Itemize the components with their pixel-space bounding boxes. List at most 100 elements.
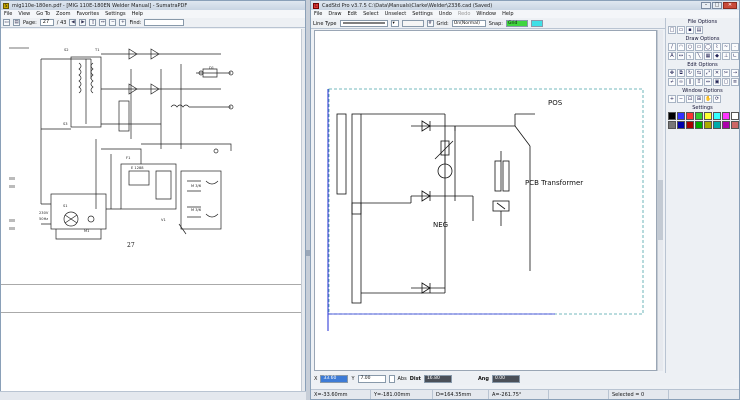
color-select[interactable] xyxy=(530,20,543,27)
curve-icon[interactable]: ~ xyxy=(722,43,730,51)
color-swatch[interactable] xyxy=(704,112,712,120)
break-icon[interactable]: ⌿ xyxy=(668,78,676,86)
color-swatch[interactable] xyxy=(677,121,685,129)
group-icon[interactable]: ▣ xyxy=(713,78,721,86)
new-icon[interactable]: □ xyxy=(668,26,676,34)
snap-select[interactable]: Grid xyxy=(505,20,528,27)
print-icon[interactable]: ▤ xyxy=(695,26,703,34)
zoom-in-icon[interactable]: + xyxy=(668,95,676,103)
line-icon[interactable]: / xyxy=(668,43,676,51)
copy-icon[interactable]: ⧉ xyxy=(677,69,685,77)
menu-redo[interactable]: Redo xyxy=(458,11,471,17)
menu-help[interactable]: Help xyxy=(502,11,513,17)
menu-favorites[interactable]: Favorites xyxy=(76,11,99,17)
color-swatch[interactable] xyxy=(695,121,703,129)
move-icon[interactable]: ✥ xyxy=(668,69,676,77)
color-swatch[interactable] xyxy=(731,112,739,120)
menu-draw[interactable]: Draw xyxy=(328,11,341,17)
y-input[interactable]: 7.00 xyxy=(357,375,386,383)
ellipse-icon[interactable]: ◯ xyxy=(704,43,712,51)
open-icon[interactable]: ▭ xyxy=(677,26,685,34)
menu-file[interactable]: File xyxy=(4,11,12,17)
zoom-window-icon[interactable]: ⊡ xyxy=(686,95,694,103)
open-icon[interactable]: ▭ xyxy=(3,19,10,26)
props-icon[interactable]: ≡ xyxy=(731,78,739,86)
minimize-icon[interactable]: – xyxy=(701,2,711,9)
array-icon[interactable]: ⠿ xyxy=(695,78,703,86)
color-swatch[interactable] xyxy=(668,121,676,129)
menu-file[interactable]: File xyxy=(314,11,322,17)
rotate-icon[interactable]: ↻ xyxy=(686,69,694,77)
zoom-out-icon[interactable]: − xyxy=(109,19,117,26)
fit-page-icon[interactable]: ▯ xyxy=(89,19,97,26)
scroll-thumb[interactable] xyxy=(658,180,663,240)
color-swatch[interactable] xyxy=(686,121,694,129)
pdf-vertical-scrollbar[interactable] xyxy=(301,29,305,392)
scale-icon[interactable]: ⤢ xyxy=(704,69,712,77)
circle-icon[interactable]: ○ xyxy=(686,43,694,51)
color-swatch[interactable] xyxy=(731,121,739,129)
menu-window[interactable]: Window xyxy=(476,11,496,17)
menu-view[interactable]: View xyxy=(18,11,30,17)
trim-icon[interactable]: ✂ xyxy=(722,69,730,77)
dim-icon[interactable]: ↔ xyxy=(677,52,685,60)
arc-icon[interactable]: ◠ xyxy=(677,43,685,51)
x-input[interactable]: 33.60 xyxy=(320,375,349,383)
stretch-icon[interactable]: ⇔ xyxy=(704,78,712,86)
abs-checkbox[interactable] xyxy=(388,375,395,383)
color-swatch[interactable] xyxy=(686,112,694,120)
color-swatch[interactable] xyxy=(695,112,703,120)
color-swatch[interactable] xyxy=(713,112,721,120)
fillet-icon[interactable]: ╮ xyxy=(686,52,694,60)
menu-select[interactable]: Select xyxy=(363,11,378,17)
menu-zoom[interactable]: Zoom xyxy=(56,11,70,17)
grid-select[interactable]: On(Normal) xyxy=(451,20,486,27)
tangent-icon[interactable]: ⊥ xyxy=(722,52,730,60)
polyline-icon[interactable]: ⌇ xyxy=(713,43,721,51)
color-swatch[interactable] xyxy=(668,112,676,120)
line-weight-select[interactable]: ▾ xyxy=(390,20,399,27)
save-icon[interactable]: ▪ xyxy=(686,26,694,34)
erase-icon[interactable]: ✕ xyxy=(713,69,721,77)
menu-help[interactable]: Help xyxy=(132,11,143,17)
prev-page-icon[interactable]: ◀ xyxy=(69,19,77,26)
pdf-page-view[interactable]: S2 T1 S3 F1 E 1288 230V 50Hz S1 M1 V1 M … xyxy=(1,29,305,399)
dist-input[interactable]: 16.80 xyxy=(423,375,452,383)
point-icon[interactable]: · xyxy=(731,43,739,51)
zoom-in-icon[interactable]: + xyxy=(119,19,127,26)
menu-undo[interactable]: Undo xyxy=(439,11,452,17)
hatch-icon[interactable]: ▦ xyxy=(704,52,712,60)
cad-titlebar[interactable]: C CadStd Pro v3.7.5 C:\Data\Manuals\Clar… xyxy=(311,1,739,10)
drawing-canvas[interactable]: POS NEG PCB Transformer xyxy=(314,30,657,371)
layer-select[interactable] xyxy=(401,20,424,27)
zoom-out-icon[interactable]: − xyxy=(677,95,685,103)
color-swatch[interactable] xyxy=(677,112,685,120)
menu-unselect[interactable]: Unselect xyxy=(385,11,407,17)
menu-goto[interactable]: Go To xyxy=(36,11,50,17)
text-icon[interactable]: A xyxy=(668,52,676,60)
color-swatch[interactable] xyxy=(704,121,712,129)
mirror-icon[interactable]: ⇆ xyxy=(695,69,703,77)
color-swatch[interactable] xyxy=(713,121,721,129)
menu-settings[interactable]: Settings xyxy=(105,11,126,17)
color-swatch[interactable] xyxy=(722,112,730,120)
chamfer-icon[interactable]: ╲ xyxy=(695,52,703,60)
rect-icon[interactable]: ▭ xyxy=(695,43,703,51)
menu-settings[interactable]: Settings xyxy=(412,11,433,17)
ang-input[interactable]: 0.00 xyxy=(491,375,520,383)
zoom-all-icon[interactable]: ⊞ xyxy=(695,95,703,103)
cad-vertical-scrollbar[interactable] xyxy=(657,30,663,371)
ungroup-icon[interactable]: ▢ xyxy=(722,78,730,86)
grid-icon[interactable]: # xyxy=(426,20,434,27)
fit-width-icon[interactable]: ↔ xyxy=(99,19,107,26)
offset-icon[interactable]: ∥ xyxy=(686,78,694,86)
extend-icon[interactable]: → xyxy=(731,69,739,77)
pdf-titlebar[interactable]: S mig110e-180en.pdf - [MIG 110E-180EN We… xyxy=(1,1,305,10)
symbol-icon[interactable]: ◆ xyxy=(713,52,721,60)
print-icon[interactable]: ▤ xyxy=(13,19,20,26)
redraw-icon[interactable]: ⟳ xyxy=(713,95,721,103)
find-input[interactable] xyxy=(144,19,185,26)
next-page-icon[interactable]: ▶ xyxy=(79,19,87,26)
page-input[interactable]: 27 xyxy=(39,19,54,26)
menu-edit[interactable]: Edit xyxy=(347,11,357,17)
